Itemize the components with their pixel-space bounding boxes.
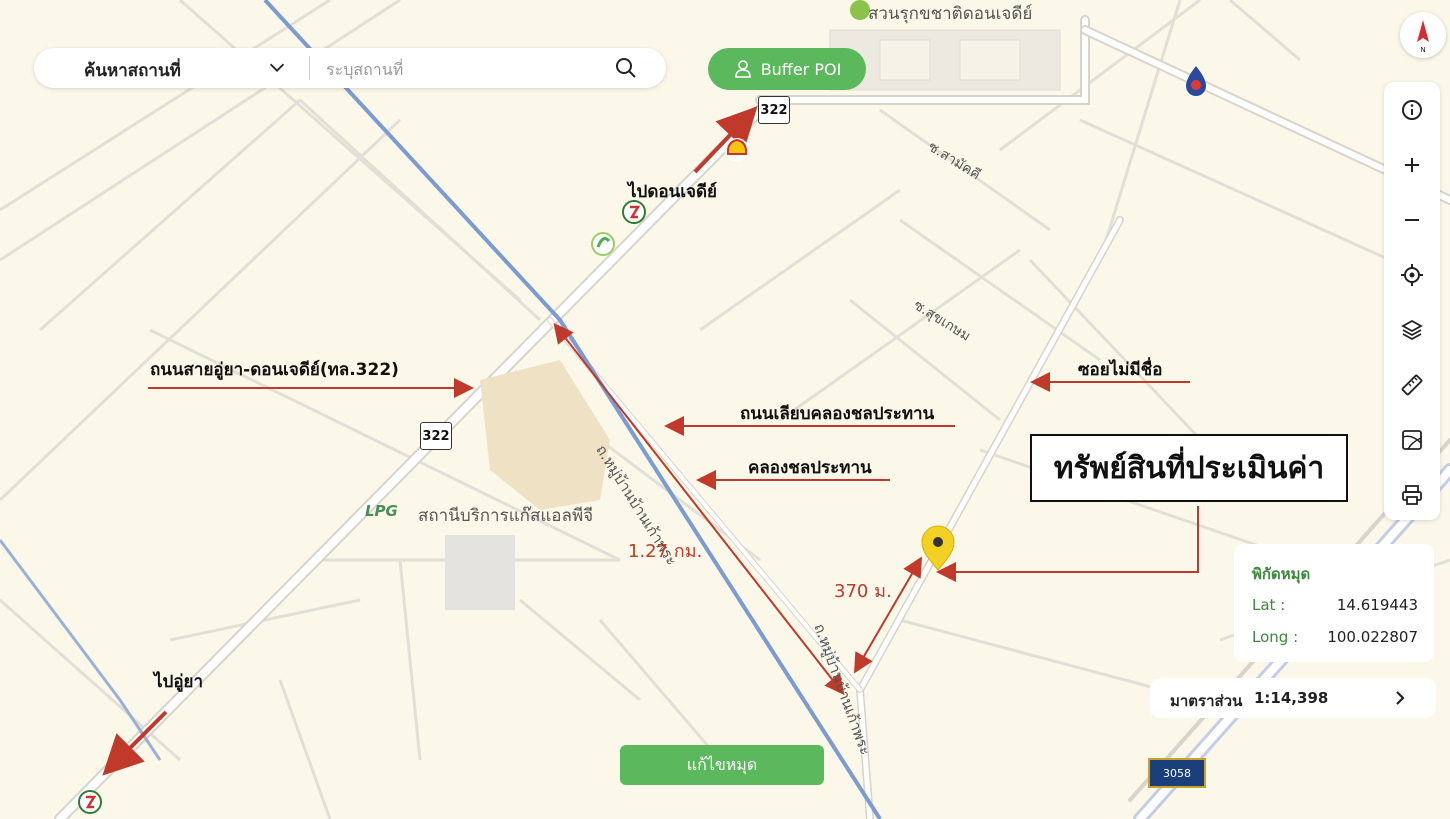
- coordinate-panel: พิกัดหมุด Lat : 14.619443 Long : 100.022…: [1234, 544, 1434, 662]
- park-label: สวนรุกขชาติดอนเจดีย์: [868, 4, 1033, 24]
- long-value: 100.022807: [1327, 628, 1418, 646]
- scale-value: 1:14,398: [1254, 689, 1329, 707]
- unnamed-soi-label: ซอยไม่มีชื่อ: [1078, 360, 1163, 380]
- svg-text:N: N: [1420, 46, 1425, 54]
- map-toolbar: [1384, 82, 1440, 520]
- compass-north-icon[interactable]: N: [1400, 12, 1446, 58]
- lpg-station-label: สถานีบริการแก๊สแอลพีจี: [418, 506, 594, 526]
- buffer-poi-label: Buffer POI: [760, 59, 842, 79]
- draw-area-icon[interactable]: [1400, 428, 1424, 452]
- canal-label: คลองชลประทาน: [748, 458, 872, 478]
- park-icon: [850, 0, 870, 20]
- printer-icon[interactable]: [1400, 483, 1424, 507]
- ruler-icon[interactable]: [1400, 373, 1424, 397]
- minus-icon[interactable]: [1400, 208, 1424, 232]
- distance-label: 1.27 กม.: [628, 541, 703, 562]
- highway-shield: 322: [420, 422, 452, 450]
- asset-callout: ทรัพย์สินที่ประเมินค่า: [1030, 434, 1348, 502]
- search-category-select[interactable]: ค้นหาสถานที่: [84, 57, 181, 84]
- lat-value: 14.619443: [1336, 596, 1418, 614]
- edit-pin-button[interactable]: แก้ไขหมุด: [620, 745, 824, 785]
- bangchak-station-icon[interactable]: [591, 232, 615, 256]
- shell-station-icon[interactable]: [725, 138, 749, 162]
- person-icon: [734, 60, 751, 78]
- lat-label: Lat :: [1252, 596, 1286, 614]
- canal-road-label: ถนนเลียบคลองชลประทาน: [740, 404, 935, 424]
- scale-panel[interactable]: มาตราส่วน 1:14,398: [1150, 678, 1436, 718]
- search-bar: ค้นหาสถานที่: [34, 48, 666, 88]
- scale-label: มาตราส่วน: [1170, 692, 1243, 710]
- chevron-right-icon[interactable]: [1390, 688, 1410, 708]
- ptt-station-icon[interactable]: [1186, 66, 1206, 96]
- plus-icon[interactable]: [1400, 153, 1424, 177]
- distance-label: 370 ม.: [834, 581, 892, 602]
- highway-shield: 322: [758, 96, 790, 124]
- chevron-down-icon[interactable]: [266, 56, 288, 78]
- road-322-label: ถนนสายอู่ยา-ดอนเจดีย์(ทล.322): [150, 360, 399, 380]
- to-don-chedi-label: ไปดอนเจดีย์: [628, 182, 717, 202]
- to-u-ya-label: ไปอู่ยา: [154, 672, 204, 692]
- info-icon[interactable]: [1400, 98, 1424, 122]
- lpg-logo: LPG: [365, 502, 398, 520]
- park-area: [829, 29, 1061, 91]
- coordinate-title: พิกัดหมุด: [1252, 565, 1311, 583]
- pt-station-icon[interactable]: [78, 790, 102, 814]
- layers-icon[interactable]: [1400, 318, 1424, 342]
- buffer-poi-button[interactable]: Buffer POI: [708, 48, 866, 90]
- route-badge: 3058: [1148, 758, 1206, 788]
- search-input[interactable]: [324, 54, 598, 84]
- divider: [309, 56, 310, 80]
- long-label: Long :: [1252, 628, 1299, 646]
- crosshair-icon[interactable]: [1400, 263, 1424, 287]
- search-icon[interactable]: [614, 56, 638, 80]
